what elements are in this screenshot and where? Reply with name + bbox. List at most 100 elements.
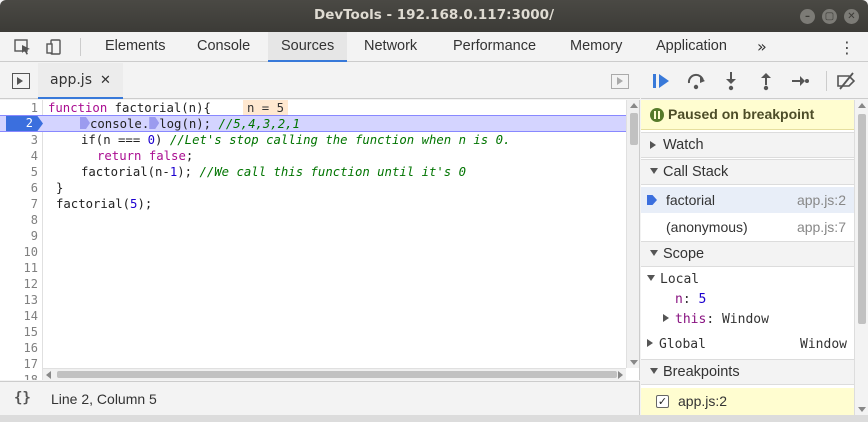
code-line[interactable]: 11 [0, 260, 626, 276]
breakpoint-item[interactable]: ✓ app.js:2 [641, 388, 854, 415]
file-tab-app-js[interactable]: app.js ✕ [38, 63, 123, 99]
step-into-icon[interactable] [721, 71, 741, 91]
line-number[interactable]: 9 [0, 228, 38, 244]
scope-variable-n[interactable]: n: 5 [675, 290, 706, 310]
source-tab-strip: app.js ✕ [0, 63, 640, 99]
step-out-icon[interactable] [756, 71, 776, 91]
tab-elements[interactable]: Elements [92, 32, 178, 62]
code-line[interactable]: 1 function factorial(n){ n = 5 [0, 100, 626, 116]
close-tab-icon[interactable]: ✕ [100, 73, 111, 88]
line-number[interactable]: 4 [0, 148, 38, 164]
code-line[interactable]: 7 factorial(5); [0, 196, 626, 212]
call-frame-row[interactable]: factorial app.js:2 [641, 187, 854, 213]
line-number[interactable]: 6 [0, 180, 38, 196]
tab-memory[interactable]: Memory [557, 32, 635, 62]
line-number[interactable]: 5 [0, 164, 38, 180]
line-number[interactable]: 15 [0, 324, 38, 340]
scroll-right-icon [618, 371, 623, 379]
code-line[interactable]: 10 [0, 244, 626, 260]
device-toolbar-icon[interactable] [46, 39, 64, 55]
current-execution-line[interactable]: 2 console. log(n); //5,4,3,2,1 [0, 115, 626, 132]
maximize-button[interactable]: ▢ [822, 9, 837, 24]
code-line[interactable]: 15 [0, 324, 626, 340]
code-line[interactable]: 12 [0, 276, 626, 292]
scope-variable-this[interactable]: this: Window [663, 310, 769, 330]
code-line[interactable]: 4 return false; [0, 148, 626, 164]
line-number[interactable]: 14 [0, 308, 38, 324]
line-number[interactable]: 17 [0, 356, 38, 372]
toolbar-separator [826, 71, 827, 91]
window-title: DevTools - 192.168.0.117:3000/ [313, 7, 554, 23]
step-icon[interactable] [790, 71, 810, 91]
code-line[interactable]: 8 [0, 212, 626, 228]
editor-horizontal-scrollbar[interactable] [43, 368, 626, 380]
line-number[interactable]: 16 [0, 340, 38, 356]
toggle-navigator-icon[interactable] [12, 73, 30, 89]
deactivate-breakpoints-icon[interactable] [836, 71, 856, 91]
more-tabs-chevron-icon[interactable]: » [757, 37, 767, 56]
tab-sources[interactable]: Sources [268, 32, 348, 62]
global-value: Window [800, 337, 847, 352]
breakpoint-label[interactable]: app.js:2 [678, 393, 727, 409]
pretty-print-icon[interactable]: {} [14, 390, 31, 406]
scroll-thumb [630, 113, 638, 145]
call-frame-function: factorial [666, 192, 716, 208]
collapse-arrow-icon [650, 250, 658, 256]
tab-application[interactable]: Application [643, 32, 740, 62]
scope-local-row[interactable]: Local [647, 270, 699, 290]
code-line[interactable]: 16 [0, 340, 626, 356]
call-frame-location[interactable]: app.js:2 [797, 192, 846, 208]
sidebar-scrollbar[interactable] [854, 100, 868, 415]
line-number[interactable]: 1 [0, 100, 38, 116]
inspect-element-icon[interactable] [14, 39, 32, 55]
step-over-icon[interactable] [686, 71, 706, 91]
paused-banner: Paused on breakpoint [641, 100, 854, 130]
line-number[interactable]: 18 [0, 372, 38, 380]
code-line[interactable]: 5 factorial(n-1); //We call this functio… [0, 164, 626, 180]
tab-console[interactable]: Console [184, 32, 263, 62]
code-editor[interactable]: 1 function factorial(n){ n = 5 2 console… [0, 100, 640, 380]
kebab-menu-icon[interactable]: ⋮ [839, 38, 855, 57]
line-number[interactable]: 11 [0, 260, 38, 276]
code-line[interactable]: 9 [0, 228, 626, 244]
line-number[interactable]: 12 [0, 276, 38, 292]
scroll-down-icon [858, 407, 866, 412]
call-frame-row[interactable]: (anonymous) app.js:7 [641, 214, 854, 240]
line-number[interactable]: 8 [0, 212, 38, 228]
breakpoint-marker[interactable]: 2 [6, 116, 43, 131]
watch-section-header[interactable]: Watch [641, 132, 854, 158]
line-number[interactable]: 7 [0, 196, 38, 212]
editor-status-bar: {} Line 2, Column 5 [0, 381, 640, 415]
minimize-button[interactable]: – [800, 9, 815, 24]
toggle-debugger-icon[interactable] [611, 74, 629, 89]
window-titlebar: DevTools - 192.168.0.117:3000/ – ▢ ✕ [0, 0, 868, 32]
call-stack-section-header[interactable]: Call Stack [641, 159, 854, 185]
call-frame-location[interactable]: app.js:7 [797, 219, 846, 235]
code-line[interactable]: 3 if(n === 0) //Let's stop calling the f… [0, 132, 626, 148]
line-number[interactable]: 3 [0, 132, 38, 148]
scroll-left-icon [46, 371, 51, 379]
scope-global-row[interactable]: Global Window [647, 335, 847, 355]
code-text: console. log(n); //5,4,3,2,1 [80, 116, 300, 132]
resume-icon[interactable] [651, 71, 671, 91]
scope-label: Scope [663, 246, 705, 262]
breakpoints-section-header[interactable]: Breakpoints [641, 359, 854, 385]
code-line[interactable]: 13 [0, 292, 626, 308]
editor-vertical-scrollbar[interactable] [626, 100, 639, 368]
code-text: factorial(5); [56, 197, 153, 211]
collapse-arrow-icon [647, 275, 655, 281]
tab-performance[interactable]: Performance [440, 32, 549, 62]
line-number[interactable]: 10 [0, 244, 38, 260]
scroll-up-icon [630, 103, 638, 108]
code-line[interactable]: 14 [0, 308, 626, 324]
inline-breakpoint-icon [80, 117, 90, 129]
code-line[interactable]: 6 } [0, 180, 626, 196]
file-tab-label: app.js [50, 72, 92, 88]
breakpoint-checkbox[interactable]: ✓ [656, 395, 669, 408]
line-number[interactable]: 13 [0, 292, 38, 308]
code-text: factorial(n-1); //We call this function … [81, 165, 466, 179]
tab-network[interactable]: Network [351, 32, 430, 62]
scope-section-header[interactable]: Scope [641, 241, 854, 267]
call-stack-label: Call Stack [663, 164, 729, 180]
close-window-button[interactable]: ✕ [844, 9, 859, 24]
